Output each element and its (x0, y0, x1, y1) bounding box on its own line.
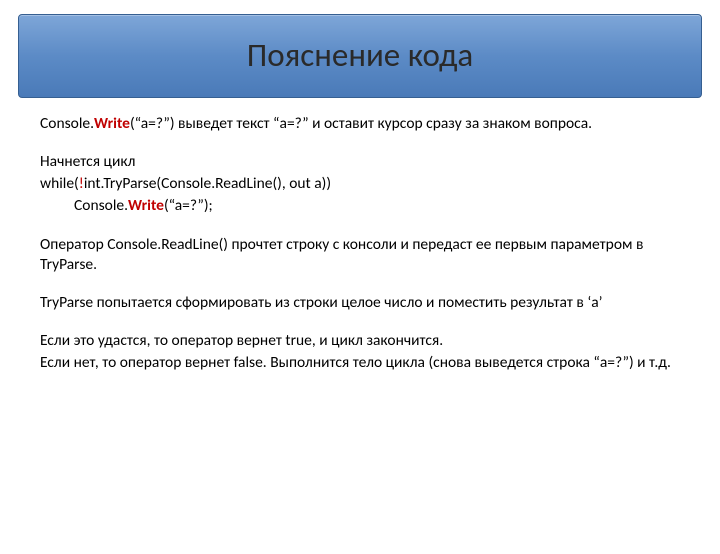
slide-title: Пояснение кода (29, 35, 691, 75)
para-8: Если нет, то оператор вернет false. Выпо… (40, 353, 680, 373)
para-7: Если это удастся, то оператор вернет tru… (40, 331, 680, 351)
para-4: Console.Write(“a=?”); (40, 196, 680, 216)
code-while-tail: int.TryParse(Console.ReadLine(), out a)) (84, 174, 331, 193)
code-write: Write (94, 114, 130, 133)
slide-body: Console.Write(“a=?”) выведет текст “a=?”… (0, 114, 720, 373)
code-while: while( (40, 174, 79, 193)
slide-title-box: Пояснение кода (18, 14, 702, 98)
para-1: Console.Write(“a=?”) выведет текст “a=?”… (40, 114, 680, 134)
code-write-2: Write (128, 196, 164, 215)
para-6: TryParse попытается сформировать из стро… (40, 293, 680, 313)
code-console-2: Console. (74, 196, 128, 215)
para-1-tail: (“a=?”) выведет текст “a=?” и оставит ку… (130, 114, 592, 133)
para-5: Оператор Console.ReadLine() прочтет стро… (40, 235, 680, 275)
para-3: while(!int.TryParse(Console.ReadLine(), … (40, 174, 680, 194)
para-4-tail: (“a=?”); (164, 196, 213, 215)
code-console: Console. (40, 114, 94, 133)
para-2: Начнется цикл (40, 152, 680, 172)
